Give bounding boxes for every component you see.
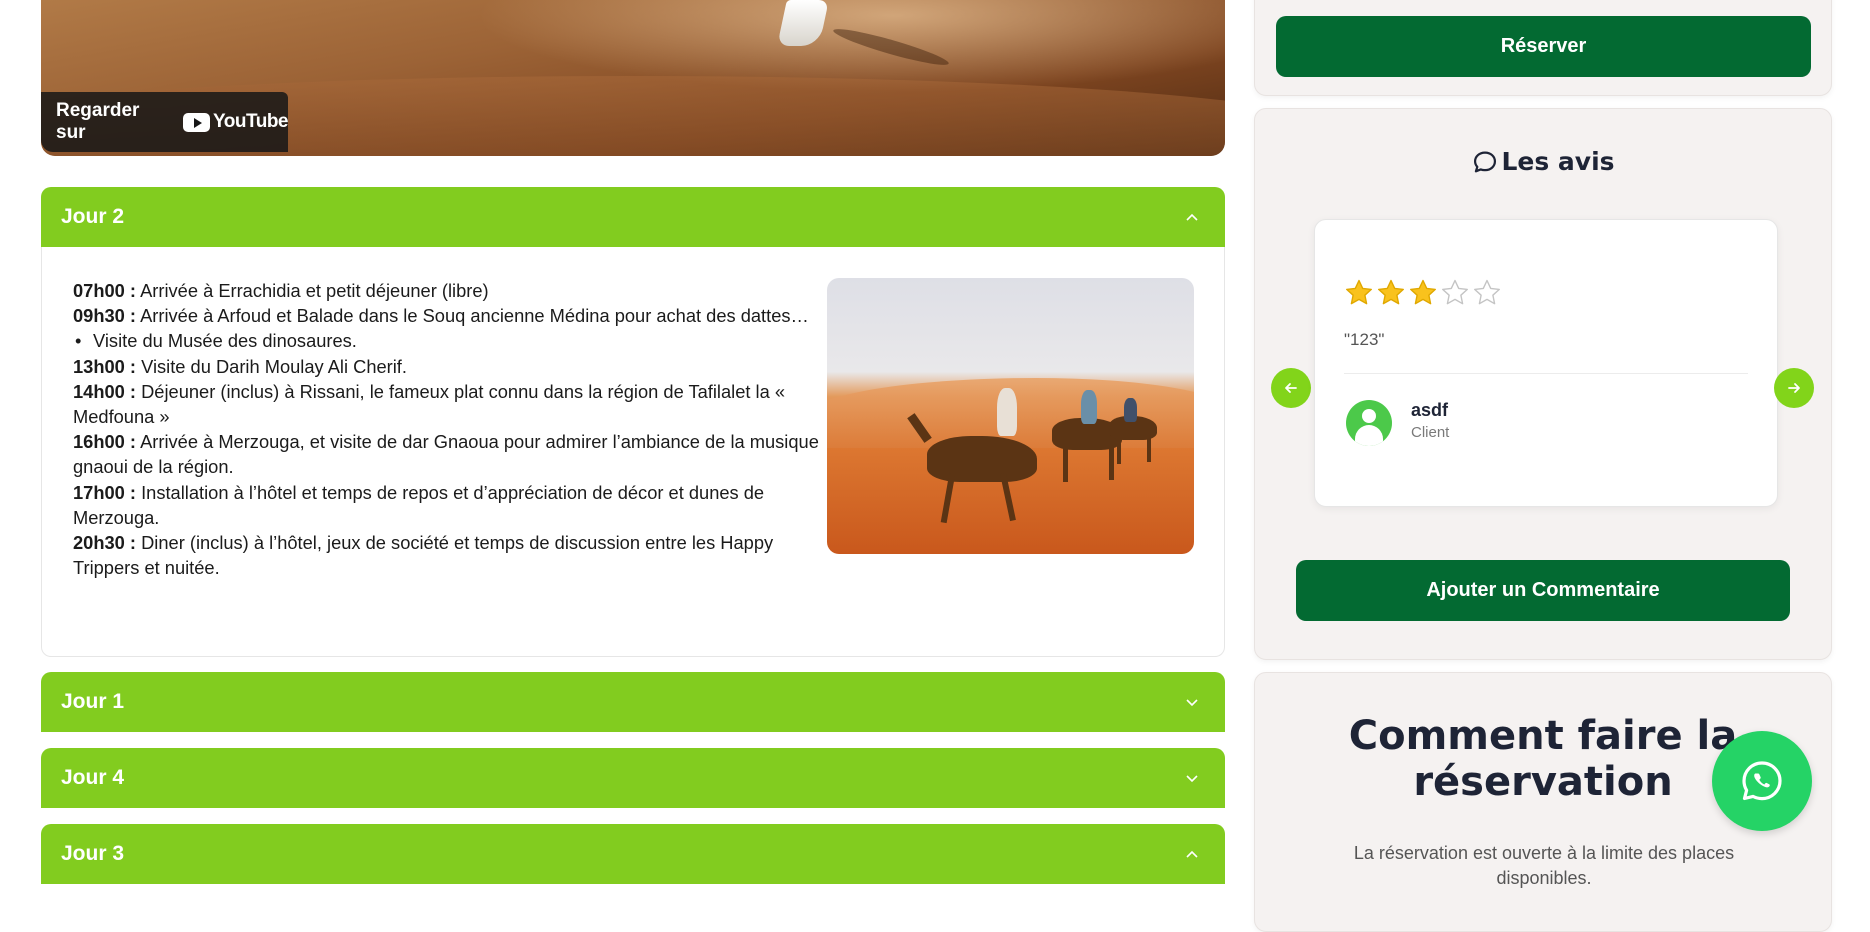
carousel-next-button[interactable]	[1774, 368, 1814, 408]
avatar	[1346, 400, 1392, 446]
accordion-header-jour-2[interactable]: Jour 2	[41, 187, 1225, 247]
how-to-book-text: La réservation est ouverte à la limite d…	[1353, 843, 1735, 888]
star-empty-icon	[1474, 279, 1500, 305]
accordion-title: Jour 2	[61, 205, 125, 228]
review-text: "123"	[1344, 330, 1385, 349]
camel-caravan-photo	[827, 278, 1194, 554]
schedule-bullet-item: Visite du Musée des dinosaures.	[73, 328, 843, 353]
schedule-item: 07h00 : Arrivée à Errachidia et petit dé…	[73, 280, 489, 301]
reserve-button[interactable]: Réserver	[1276, 16, 1811, 77]
reviewer-name: asdf	[1411, 400, 1449, 420]
divider	[1344, 373, 1748, 374]
accordion-title: Jour 1	[61, 690, 125, 713]
schedule-item: 09h30 : Arrivée à Arfoud et Balade dans …	[73, 305, 809, 327]
star-filled-icon	[1346, 279, 1372, 305]
reviews-card: Les avis "123" asdf Client Ajouter un Co…	[1254, 108, 1832, 660]
whatsapp-button[interactable]	[1712, 731, 1812, 831]
whatsapp-icon	[1742, 761, 1782, 801]
accordion-header-jour-1[interactable]: Jour 1	[41, 672, 1225, 732]
arrow-right-icon	[1788, 383, 1800, 393]
watch-on-youtube-button[interactable]: Regarder sur YouTube	[41, 92, 288, 152]
chat-bubble-icon	[1474, 151, 1497, 172]
chevron-up-icon	[1179, 204, 1205, 230]
star-rating	[1344, 278, 1502, 308]
arrow-left-icon	[1285, 383, 1297, 393]
star-filled-icon	[1410, 279, 1436, 305]
schedule-item: 14h00 : Déjeuner (inclus) à Rissani, le …	[73, 380, 786, 428]
review-card: "123" asdf Client	[1314, 219, 1778, 507]
star-filled-icon	[1378, 279, 1404, 305]
youtube-wordmark: YouTube	[213, 111, 288, 132]
accordion-panel-jour-2: 07h00 : Arrivée à Errachidia et petit dé…	[41, 247, 1225, 657]
schedule-item: 13h00 : Visite du Darih Moulay Ali Cheri…	[73, 355, 407, 377]
accordion-title: Jour 3	[61, 842, 125, 865]
chevron-up-icon	[1179, 841, 1205, 867]
youtube-video-embed[interactable]: Regarder sur YouTube	[41, 0, 1225, 156]
accordion-title: Jour 4	[61, 766, 125, 789]
video-thumbnail-shadow	[831, 23, 951, 71]
watch-on-label: Regarder sur	[56, 100, 140, 143]
schedule-item: 16h00 : Arrivée à Merzouga, et visite de…	[73, 431, 819, 478]
accordion-header-jour-3[interactable]: Jour 3	[41, 824, 1225, 884]
reviewer-role: Client	[1411, 424, 1450, 441]
day-schedule: 07h00 : Arrivée à Errachidia et petit dé…	[73, 278, 843, 580]
chevron-down-icon	[1179, 689, 1205, 715]
star-empty-icon	[1442, 279, 1468, 305]
schedule-item: 17h00 : Installation à l’hôtel et temps …	[73, 481, 765, 528]
add-comment-button[interactable]: Ajouter un Commentaire	[1296, 560, 1790, 621]
reservation-card: Réserver	[1254, 0, 1832, 96]
chevron-down-icon	[1179, 765, 1205, 791]
reviews-title: Les avis	[1501, 147, 1615, 176]
video-thumbnail-figure	[777, 0, 829, 46]
schedule-item: 20h30 : Diner (inclus) à l’hôtel, jeux d…	[73, 532, 774, 579]
youtube-play-icon	[183, 112, 211, 132]
reviews-heading: Les avis	[1255, 147, 1831, 176]
accordion-header-jour-4[interactable]: Jour 4	[41, 748, 1225, 808]
carousel-prev-button[interactable]	[1271, 368, 1311, 408]
youtube-icon: YouTube	[183, 111, 288, 133]
